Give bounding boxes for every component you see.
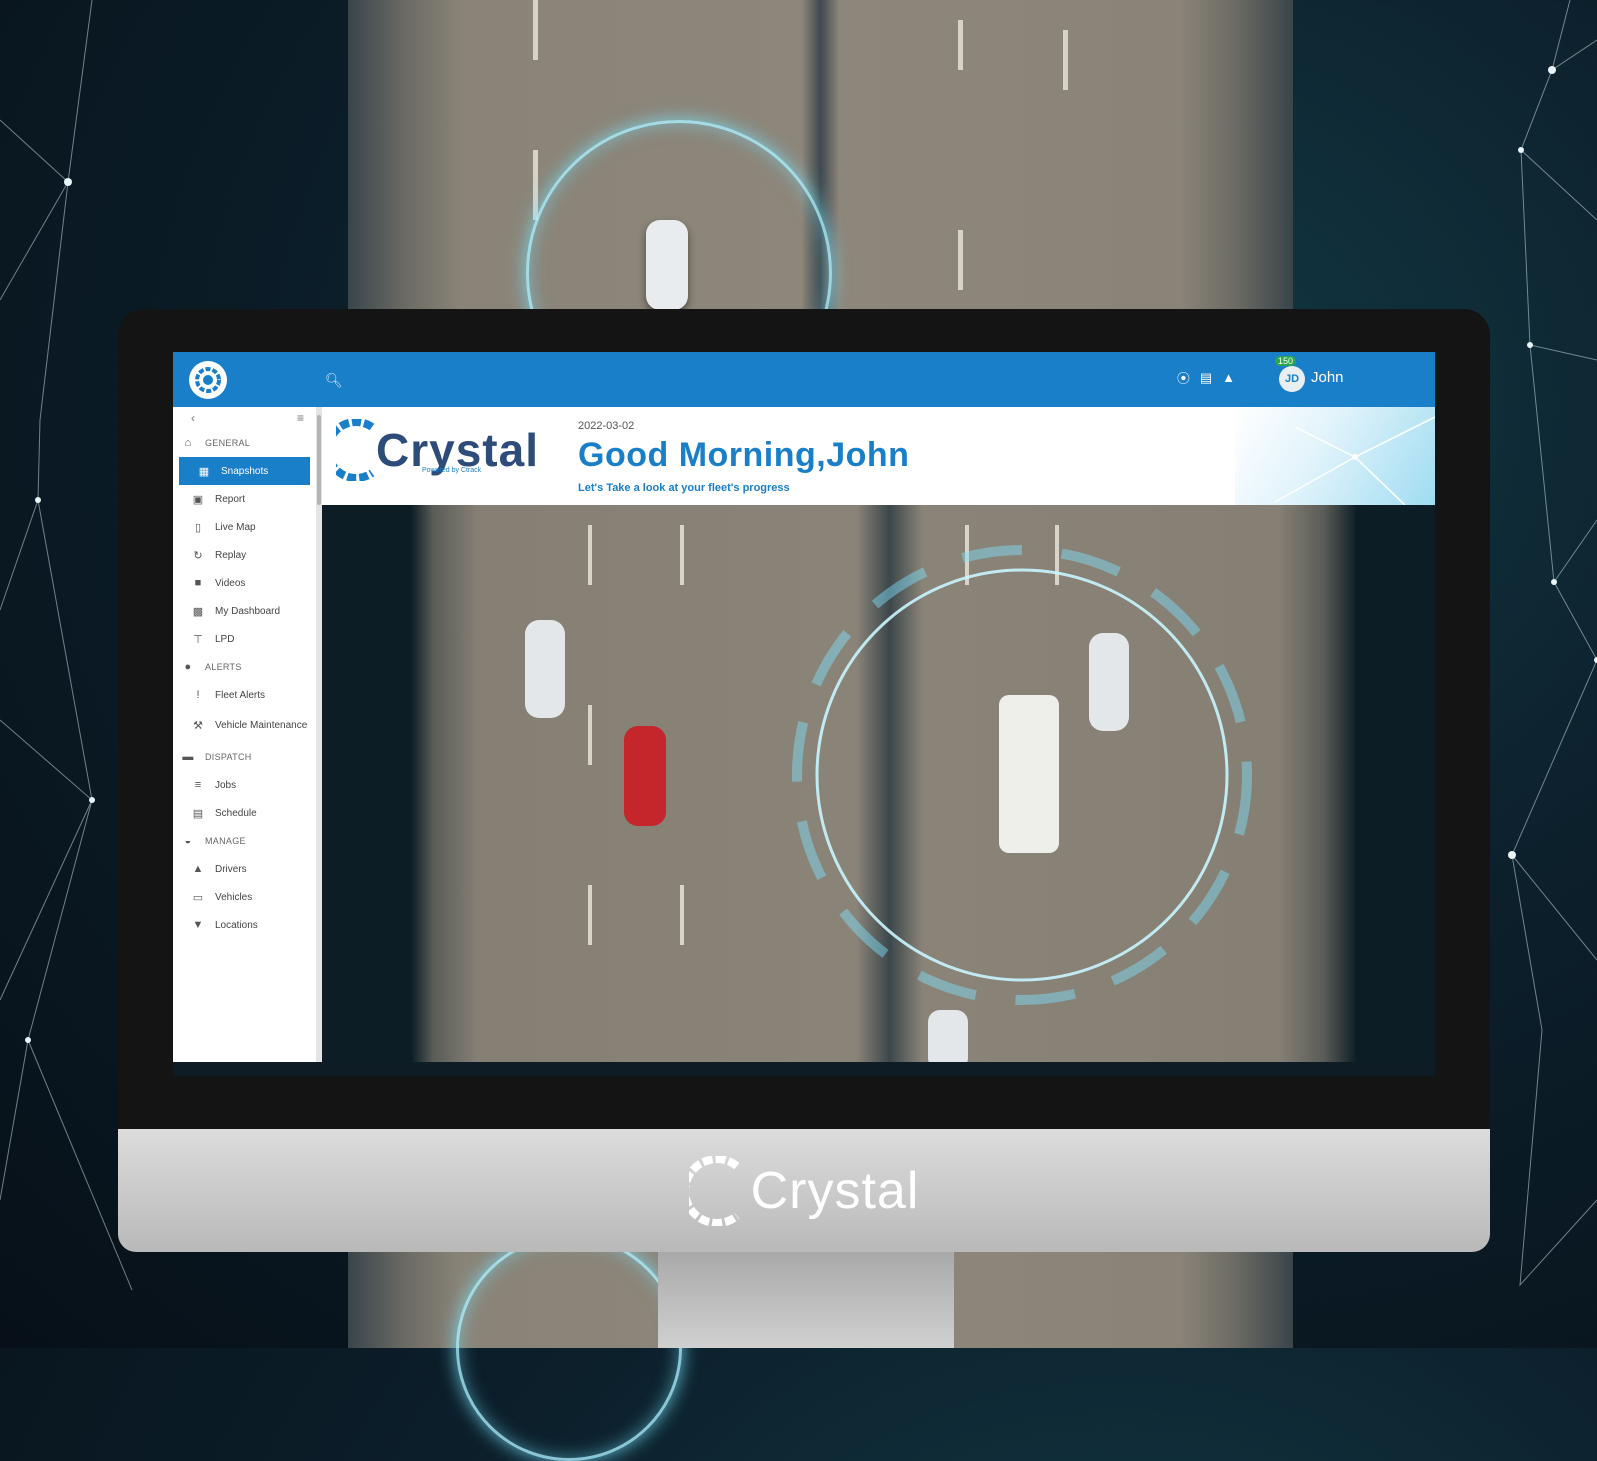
sidebar-section-manage: ◒ MANAGE	[173, 827, 316, 855]
bell-icon[interactable]: ▲	[1222, 370, 1235, 385]
driver-icon: ▲	[192, 863, 204, 875]
list-icon: ≡	[194, 779, 202, 791]
dashboard-icon: ▩	[192, 605, 204, 618]
wrench-icon: ⚒	[193, 720, 203, 732]
camera-van-white	[999, 695, 1059, 853]
pin-icon: ▼	[192, 919, 204, 931]
sidebar-item-label: DISPATCH	[205, 752, 252, 762]
notification-badge: 150	[1275, 356, 1297, 366]
sidebar-item-label: Drivers	[215, 863, 247, 875]
sidebar-section-alerts: ● ALERTS	[173, 653, 316, 681]
sidebar-item-jobs[interactable]: ≡ Jobs	[173, 771, 316, 799]
alert-icon: ●	[184, 661, 192, 673]
sidebar-item-schedule[interactable]: ▤ Schedule	[173, 799, 316, 827]
sidebar-item-label: Fleet Alerts	[215, 689, 266, 701]
brand-icon[interactable]	[189, 361, 227, 399]
app-screen: 🔍︎ ⦿ ▤ ▲ 150 JD John ‹ ≡ ⌂ GENERAL ▦ Snapsh…	[173, 352, 1435, 1076]
sidebar-item-videos[interactable]: ■ Videos	[173, 569, 316, 597]
sidebar-item-label: My Dashboard	[215, 605, 281, 617]
sidebar-item-locations[interactable]: ▼ Locations	[173, 911, 316, 939]
sidebar-item-label: GENERAL	[205, 438, 251, 448]
monitor-stand	[658, 1252, 954, 1348]
sidebar-section-general: ⌂ GENERAL	[173, 429, 316, 457]
chin-logo-text: Crystal	[750, 1161, 920, 1220]
sidebar-item-label: Snapshots	[221, 465, 269, 477]
sidebar-item-label: MANAGE	[205, 836, 246, 846]
sidebar-item-label: Locations	[215, 919, 258, 931]
sidebar-item-label: Report	[215, 493, 246, 505]
fleet-hero-image	[322, 505, 1435, 1062]
sidebar-item-drivers[interactable]: ▲ Drivers	[173, 855, 316, 883]
welcome-header: Crystal Powered by Ctrack 2022-03-02 Goo…	[322, 407, 1435, 506]
sidebar-item-snapshots[interactable]: ▦ Snapshots	[179, 457, 310, 485]
header-decoration	[1235, 407, 1435, 506]
sidebar-item-lpd[interactable]: ⊤ LPD	[173, 625, 316, 653]
monitor-bezel: 🔍︎ ⦿ ▤ ▲ 150 JD John ‹ ≡ ⌂ GENERAL ▦ Snapsh…	[118, 309, 1490, 1129]
sidebar-item-label: LPD	[215, 633, 235, 645]
manage-icon: ◒	[184, 835, 192, 847]
sidebar-item-report[interactable]: ▣ Report	[173, 485, 316, 513]
collapse-icon[interactable]: ‹	[191, 411, 195, 425]
sidebar-item-vehicles[interactable]: ▭ Vehicles	[173, 883, 316, 911]
car-icon: ▭	[192, 891, 204, 904]
sidebar-section-dispatch: ▬ DISPATCH	[173, 743, 316, 771]
sidebar-item-my-dashboard[interactable]: ▩ My Dashboard	[173, 597, 316, 625]
sidebar-item-label: ALERTS	[205, 662, 242, 672]
sidebar-item-label: Jobs	[215, 779, 237, 791]
crystal-logo-icon	[336, 419, 375, 481]
chin-logo-icon	[688, 1155, 740, 1226]
exclamation-icon: !	[196, 689, 200, 701]
chin-logo: Crystal	[688, 1155, 920, 1226]
calendar-icon: ▤	[192, 807, 204, 820]
camera-car-white-1	[525, 620, 565, 718]
sidebar-item-replay[interactable]: ↻ Replay	[173, 541, 316, 569]
username[interactable]: John	[1311, 369, 1344, 386]
filter-icon[interactable]: ⦿	[1177, 368, 1190, 387]
sidebar-item-label: Vehicles	[215, 891, 253, 903]
truck-icon: ▬	[182, 751, 194, 763]
camera-car-white-2	[1089, 633, 1129, 731]
sidebar-item-label: Live Map	[215, 521, 256, 533]
video-icon: ■	[194, 577, 202, 589]
monitor: 🔍︎ ⦿ ▤ ▲ 150 JD John ‹ ≡ ⌂ GENERAL ▦ Snapsh…	[118, 309, 1490, 1252]
sidebar-item-label: Replay	[215, 549, 247, 561]
map-icon: ▯	[194, 521, 202, 534]
monitor-chin: Crystal	[118, 1129, 1490, 1252]
logo-subtitle: Powered by Ctrack	[422, 467, 482, 474]
sidebar-item-fleet-alerts[interactable]: ! Fleet Alerts	[173, 681, 316, 709]
sidebar-item-live-map[interactable]: ▯ Live Map	[173, 513, 316, 541]
search-icon[interactable]: 🔍︎	[325, 372, 343, 389]
report-icon: ▣	[192, 493, 204, 506]
sidebar: ‹ ≡ ⌂ GENERAL ▦ Snapshots ▣ Report ▯ Live Map ↻ R…	[173, 407, 316, 1062]
sidebar-item-label: Videos	[215, 577, 246, 589]
tagline: Let's Take a look at your fleet's progre…	[578, 482, 790, 494]
camera-car-white-3	[928, 1010, 968, 1062]
current-date: 2022-03-02	[578, 420, 635, 432]
replay-icon: ↻	[193, 549, 203, 562]
camera-car-red	[624, 726, 666, 826]
sidebar-item-label: Vehicle Maintenance	[215, 720, 308, 731]
menu-icon[interactable]: ≡	[297, 411, 304, 425]
home-icon: ⌂	[184, 437, 192, 449]
grid-icon: ▦	[198, 465, 210, 478]
main-content: Crystal Powered by Ctrack 2022-03-02 Goo…	[322, 407, 1435, 1062]
sidebar-item-label: Schedule	[215, 807, 257, 819]
antenna-icon: ⊤	[193, 633, 203, 646]
avatar[interactable]: JD	[1279, 366, 1305, 392]
sidebar-item-vehicle-maintenance[interactable]: ⚒ Vehicle Maintenance	[173, 709, 316, 743]
greeting: Good Morning,John	[578, 436, 910, 474]
message-icon[interactable]: ▤	[1200, 370, 1212, 386]
top-bar: 🔍︎ ⦿ ▤ ▲ 150 JD John	[173, 352, 1435, 407]
